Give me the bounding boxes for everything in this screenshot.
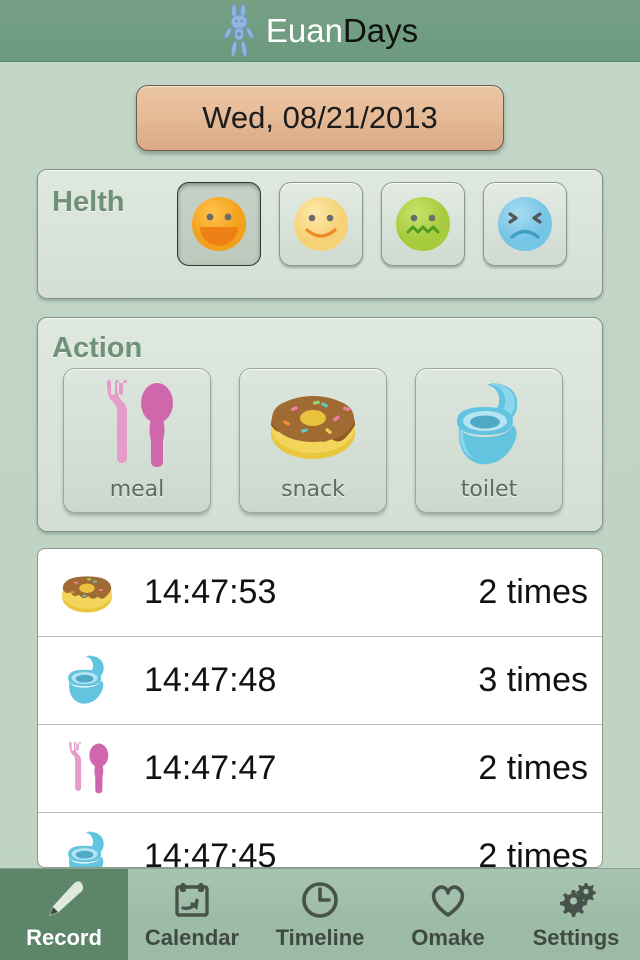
tab-label-omake: Omake — [411, 925, 485, 950]
health-option-sick[interactable] — [381, 182, 465, 266]
tab-label-record: Record — [26, 925, 102, 950]
table-row[interactable]: 14:47:45 2 times — [38, 813, 602, 868]
bunny-icon — [222, 3, 256, 58]
action-label-toilet: toilet — [460, 477, 518, 502]
row-time: 14:47:45 — [144, 837, 277, 868]
health-section-title: Helth — [52, 186, 125, 218]
app-name-suffix: Days — [342, 11, 419, 49]
health-option-happy[interactable] — [177, 182, 261, 266]
clock-icon — [302, 882, 338, 918]
tab-timeline[interactable]: Timeline — [256, 869, 384, 960]
calendar-icon — [175, 883, 209, 917]
table-row[interactable]: 14:47:53 2 times — [38, 549, 602, 637]
child-name: Euan — [265, 11, 343, 49]
health-panel: Helth — [37, 169, 603, 299]
happy-face-icon — [192, 197, 246, 251]
row-count: 3 times — [478, 661, 588, 699]
action-label-meal: meal — [109, 477, 165, 502]
gears-icon — [560, 883, 596, 917]
table-row[interactable]: 14:47:47 2 times — [38, 725, 602, 813]
row-time: 14:47:47 — [144, 749, 277, 787]
row-toilet-icon — [50, 650, 124, 712]
sick-face-icon — [396, 197, 450, 251]
row-time: 14:47:48 — [144, 661, 277, 699]
row-toilet-icon — [50, 826, 124, 867]
meal-icon — [107, 380, 173, 467]
records-list[interactable]: 14:47:53 2 times 14:47:48 3 times 14:47:… — [37, 548, 603, 868]
action-buttons: meal snack toilet — [63, 368, 563, 513]
action-button-snack[interactable]: snack — [239, 368, 387, 513]
date-button[interactable]: Wed, 08/21/2013 — [136, 85, 504, 151]
snack-icon — [271, 396, 355, 459]
health-option-smile[interactable] — [279, 182, 363, 266]
app-root: EuanDays Wed, 08/21/2013 Helth Action me… — [0, 0, 640, 960]
action-section-title: Action — [52, 332, 143, 364]
toilet-icon — [457, 383, 518, 465]
row-time: 14:47:53 — [144, 573, 277, 611]
row-snack-icon — [50, 562, 124, 624]
tab-record[interactable]: Record — [0, 869, 128, 960]
tab-settings[interactable]: Settings — [512, 869, 640, 960]
action-label-snack: snack — [281, 477, 345, 502]
row-count: 2 times — [478, 573, 588, 611]
app-header: EuanDays — [0, 0, 640, 62]
tab-calendar[interactable]: Calendar — [128, 869, 256, 960]
row-count: 2 times — [478, 837, 588, 868]
action-button-toilet[interactable]: toilet — [415, 368, 563, 513]
action-panel: Action meal snack toilet — [37, 317, 603, 532]
row-count: 2 times — [478, 749, 588, 787]
table-row[interactable]: 14:47:48 3 times — [38, 637, 602, 725]
tab-omake[interactable]: Omake — [384, 869, 512, 960]
pencil-icon — [49, 881, 84, 916]
health-option-sad[interactable] — [483, 182, 567, 266]
page-title: EuanDays — [266, 12, 418, 50]
sad-face-icon — [498, 197, 552, 251]
date-area: Wed, 08/21/2013 — [0, 85, 640, 151]
tab-bar: Record Calendar Timeline Omake Settings — [0, 868, 640, 960]
action-button-meal[interactable]: meal — [63, 368, 211, 513]
tab-label-settings: Settings — [532, 925, 620, 950]
smile-face-icon — [294, 197, 348, 251]
tab-label-timeline: Timeline — [275, 925, 365, 950]
tab-label-calendar: Calendar — [144, 925, 240, 950]
heart-icon — [431, 885, 465, 917]
row-meal-icon — [50, 738, 124, 800]
health-options — [177, 182, 567, 266]
